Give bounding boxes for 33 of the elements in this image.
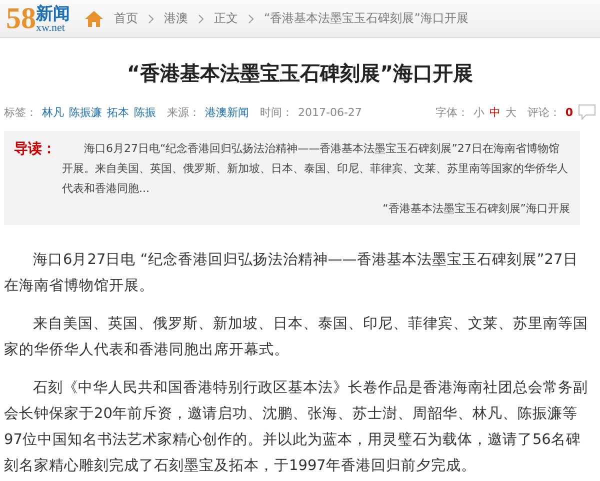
tags-label: 标签： <box>4 104 37 120</box>
source-link[interactable]: 港澳新闻 <box>205 104 249 120</box>
tag-link[interactable]: 拓本 <box>107 104 129 120</box>
font-size-label: 字体： <box>435 104 468 120</box>
font-size-option[interactable]: 中 <box>489 104 500 120</box>
article-paragraph: 石刻《中华人民共和国香港特别行政区基本法》长卷作品是香港海南社团总会常务副会长钟保家于20年前斥资，邀请启功、沈鹏、张海、苏士澍、周韶华、林凡、陈振濂等97位中国知名书法艺术家精心创作的。并以此为蓝本，用灵璧石为载体，邀请了56名碑刻名家精心雕刻完成了石刻墨宝及拓本，于1997年香港回归前夕完成。 <box>4 378 588 476</box>
tag-link[interactable]: 林凡 <box>42 104 64 120</box>
speech-bubble-icon[interactable] <box>578 104 596 120</box>
breadcrumb-link[interactable]: 首页 <box>114 10 138 27</box>
breadcrumb-link[interactable]: 正文 <box>214 10 238 27</box>
source-label: 来源： <box>167 104 200 120</box>
chevron-icon <box>248 14 254 24</box>
article-paragraph: 来自美国、英国、俄罗斯、新加坡、日本、泰国、印尼、菲律宾、文莱、苏里南等国家的华侨华人代表和香港同胞出席开幕式。 <box>4 314 588 360</box>
font-size-option[interactable]: 大 <box>505 104 516 120</box>
summary-text: 海口6月27日电“纪念香港回归弘扬法治精神——香港基本法墨宝玉石碑刻展”27日在海南省博物馆开展。来自美国、英国、俄罗斯、新加坡、日本、泰国、印尼、菲律宾、文莱、苏里南等国家的华侨华人代表和香港同胞... <box>62 141 569 197</box>
font-size-option[interactable]: 小 <box>473 104 484 120</box>
comments-label: 评论： <box>527 104 560 120</box>
comment-count[interactable]: 0 <box>565 106 573 118</box>
summary-label: 导读： <box>14 140 56 159</box>
tag-link[interactable]: 陈振濂 <box>69 104 102 120</box>
article-title: “香港基本法墨宝玉石碑刻展”海口开展 <box>126 60 474 87</box>
chevron-icon <box>198 14 204 24</box>
publish-date: 2017-06-27 <box>298 106 362 118</box>
breadcrumb-link[interactable]: “香港基本法墨宝玉石碑刻展”海口开展 <box>264 10 468 27</box>
chevron-icon <box>148 14 154 24</box>
logo-name[interactable]: 新闻 <box>36 6 70 22</box>
home-icon[interactable] <box>84 10 104 28</box>
summary-link[interactable]: “香港基本法墨宝玉石碑刻展”海口开展 <box>382 199 570 219</box>
logo-domain[interactable]: xw.net <box>36 22 70 34</box>
article-paragraph: 海口6月27日电 “纪念香港回归弘扬法治精神——香港基本法墨宝玉石碑刻展”27日在海南省博物馆开展。 <box>4 250 579 296</box>
tag-link[interactable]: 陈振 <box>134 104 156 120</box>
time-label: 时间： <box>260 104 293 120</box>
breadcrumb-link[interactable]: 港澳 <box>164 10 188 27</box>
